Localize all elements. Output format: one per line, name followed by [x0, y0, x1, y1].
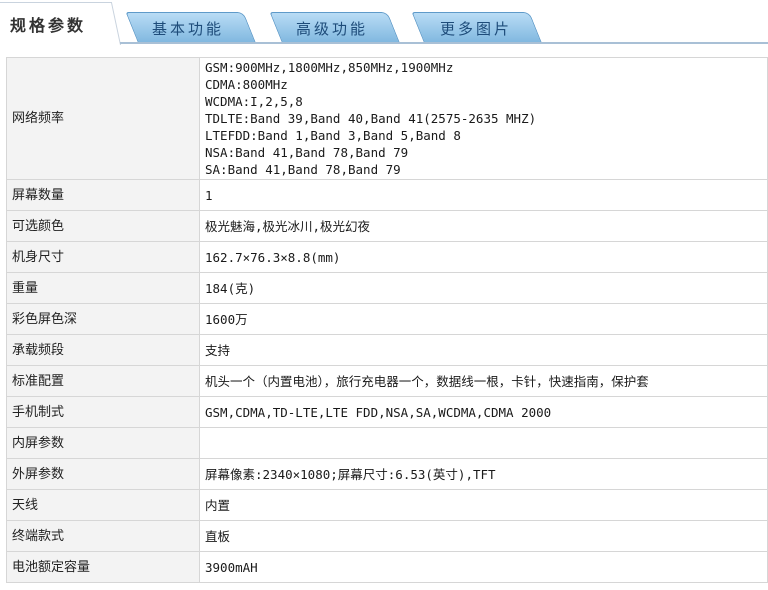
- spec-label: 彩色屏色深: [6, 303, 200, 335]
- spec-value: 支持: [199, 334, 768, 366]
- network-line: LTEFDD:Band 1,Band 3,Band 5,Band 8: [205, 128, 461, 143]
- network-line: SA:Band 41,Band 78,Band 79: [205, 162, 401, 177]
- spec-table: 网络频率 GSM:900MHz,1800MHz,850MHz,1900MHz C…: [6, 57, 768, 583]
- table-row: 可选颜色 极光魅海,极光冰川,极光幻夜: [6, 210, 768, 242]
- spec-value-network: GSM:900MHz,1800MHz,850MHz,1900MHz CDMA:8…: [199, 57, 768, 180]
- spec-label: 内屏参数: [6, 427, 200, 459]
- tab-specs[interactable]: 规格参数: [10, 12, 86, 36]
- network-line: WCDMA:I,2,5,8: [205, 94, 303, 109]
- network-line: CDMA:800MHz: [205, 77, 288, 92]
- spec-label: 天线: [6, 489, 200, 521]
- table-row: 重量 184(克): [6, 272, 768, 304]
- spec-value: 内置: [199, 489, 768, 521]
- table-row: 屏幕数量 1: [6, 179, 768, 211]
- spec-label: 终端款式: [6, 520, 200, 552]
- table-row: 手机制式 GSM,CDMA,TD-LTE,LTE FDD,NSA,SA,WCDM…: [6, 396, 768, 428]
- network-line: GSM:900MHz,1800MHz,850MHz,1900MHz: [205, 60, 454, 75]
- table-row: 外屏参数 屏幕像素:2340×1080;屏幕尺寸:6.53(英寸),TFT: [6, 458, 768, 490]
- spec-value: [199, 427, 768, 459]
- spec-label: 手机制式: [6, 396, 200, 428]
- spec-label: 标准配置: [6, 365, 200, 397]
- spec-value: 1600万: [199, 303, 768, 335]
- network-line: NSA:Band 41,Band 78,Band 79: [205, 145, 409, 160]
- table-row: 标准配置 机头一个（内置电池），旅行充电器一个，数据线一根，卡针，快速指南，保护…: [6, 365, 768, 397]
- spec-value: 1: [199, 179, 768, 211]
- table-row: 彩色屏色深 1600万: [6, 303, 768, 335]
- spec-label: 可选颜色: [6, 210, 200, 242]
- spec-value: 机头一个（内置电池），旅行充电器一个，数据线一根，卡针，快速指南，保护套: [199, 365, 768, 397]
- spec-value: 3900mAH: [199, 551, 768, 583]
- tab-advanced-functions[interactable]: 高级功能: [296, 18, 368, 39]
- spec-value: 极光魅海,极光冰川,极光幻夜: [199, 210, 768, 242]
- tab-baseline: [120, 42, 768, 44]
- spec-value: GSM,CDMA,TD-LTE,LTE FDD,NSA,SA,WCDMA,CDM…: [199, 396, 768, 428]
- table-row: 终端款式 直板: [6, 520, 768, 552]
- spec-value: 屏幕像素:2340×1080;屏幕尺寸:6.53(英寸),TFT: [199, 458, 768, 490]
- spec-label: 承载频段: [6, 334, 200, 366]
- table-row-network: 网络频率 GSM:900MHz,1800MHz,850MHz,1900MHz C…: [6, 57, 768, 180]
- spec-label: 电池额定容量: [6, 551, 200, 583]
- table-row: 承载频段 支持: [6, 334, 768, 366]
- spec-label: 屏幕数量: [6, 179, 200, 211]
- spec-label: 网络频率: [6, 57, 200, 180]
- tab-basic-functions[interactable]: 基本功能: [152, 18, 224, 39]
- tab-bar: 规格参数 基本功能 高级功能 更多图片: [0, 0, 768, 45]
- network-line: TDLTE:Band 39,Band 40,Band 41(2575-2635 …: [205, 111, 537, 126]
- spec-value: 162.7×76.3×8.8(mm): [199, 241, 768, 273]
- table-row: 机身尺寸 162.7×76.3×8.8(mm): [6, 241, 768, 273]
- spec-value: 直板: [199, 520, 768, 552]
- spec-label: 外屏参数: [6, 458, 200, 490]
- table-row: 天线 内置: [6, 489, 768, 521]
- table-row: 内屏参数: [6, 427, 768, 459]
- spec-label: 机身尺寸: [6, 241, 200, 273]
- table-row: 电池额定容量 3900mAH: [6, 551, 768, 583]
- spec-value: 184(克): [199, 272, 768, 304]
- spec-label: 重量: [6, 272, 200, 304]
- tab-more-images[interactable]: 更多图片: [440, 18, 512, 39]
